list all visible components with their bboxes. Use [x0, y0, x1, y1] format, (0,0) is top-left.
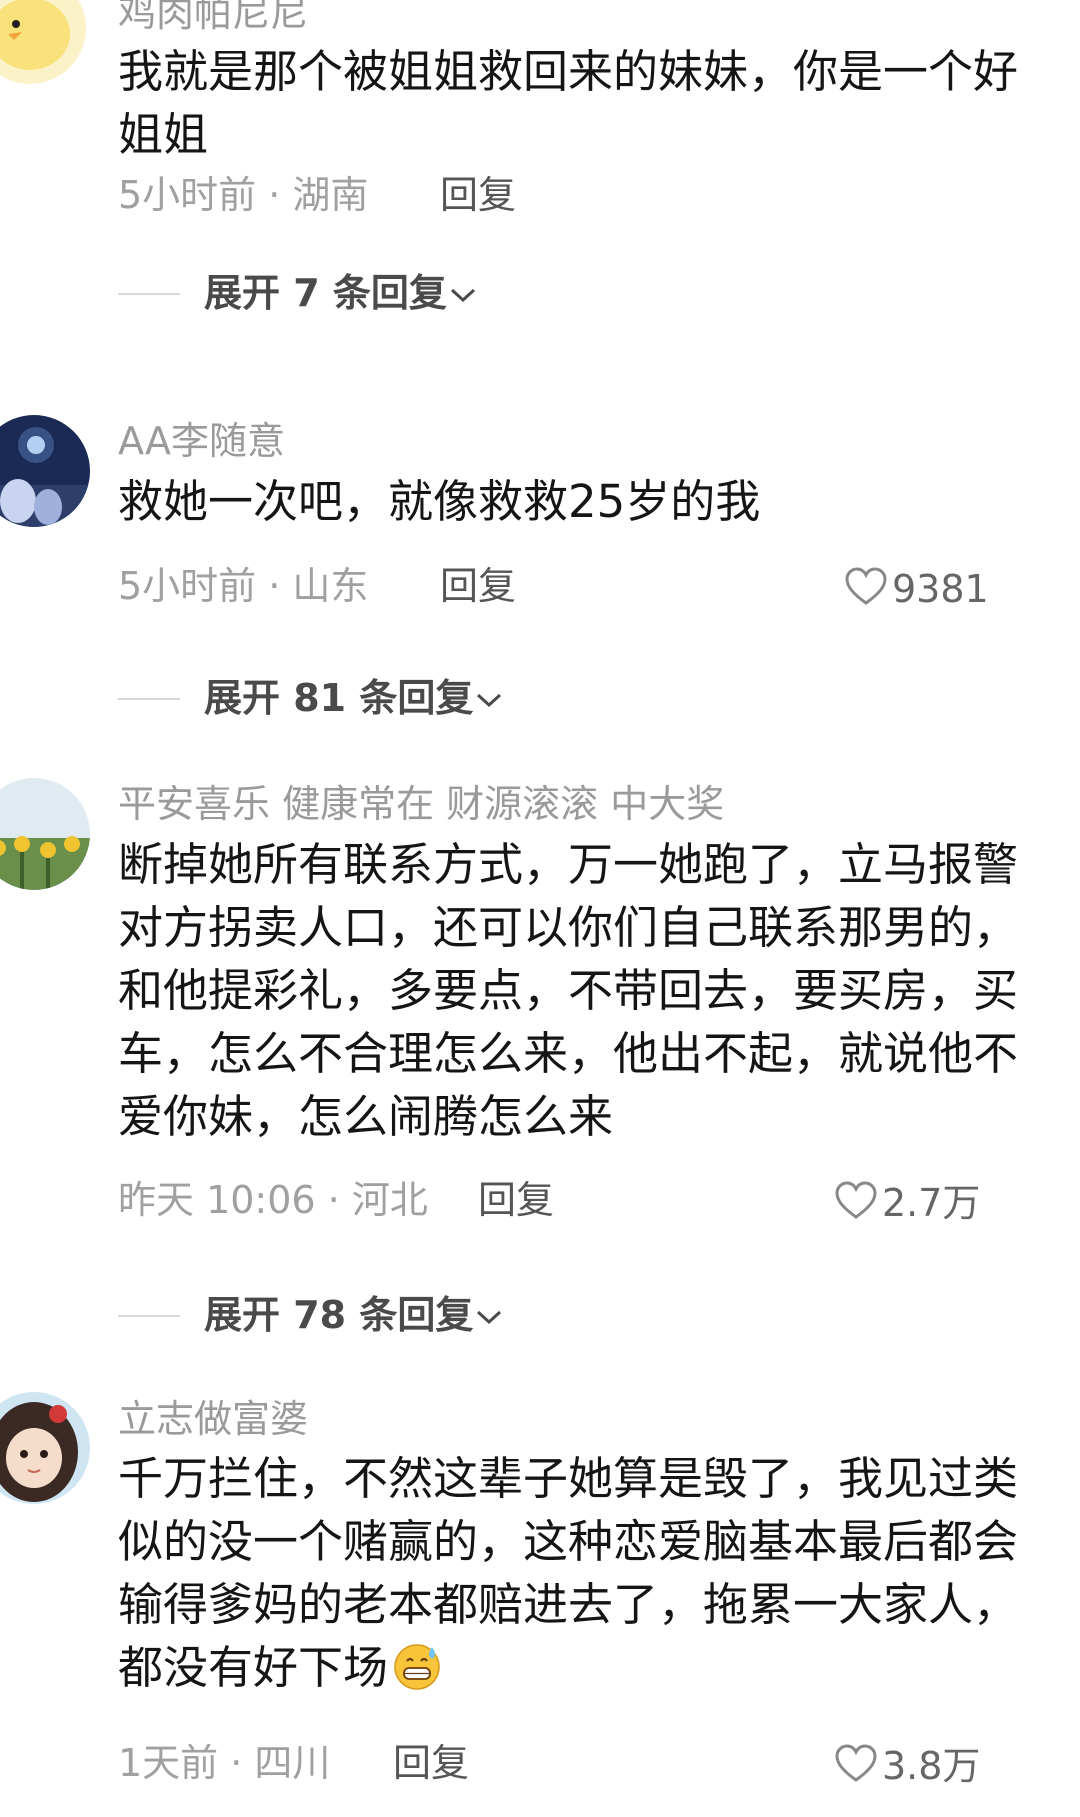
like-button[interactable]: 9381: [844, 567, 989, 608]
like-button[interactable]: 3.8万: [834, 1744, 980, 1785]
comment-line: 姐姐: [118, 108, 209, 161]
expand-replies-button[interactable]: 展开 81 条回复: [204, 676, 503, 720]
grinning-sweat-emoji-icon: [394, 1644, 440, 1690]
reply-button[interactable]: 回复: [478, 1181, 554, 1219]
username[interactable]: 鸡肉帕尼尼: [118, 0, 308, 32]
comment-line: 和他提彩礼，多要点，不带回去，要买房，买: [118, 964, 1019, 1017]
night-scene-avatar-icon: [0, 415, 90, 527]
reply-button[interactable]: 回复: [440, 176, 516, 214]
reply-button[interactable]: 回复: [440, 567, 516, 605]
time-location: 昨天 10:06 · 河北: [118, 1178, 428, 1222]
comment-line: 输得爹妈的老本都赔进去了，拖累一大家人，: [118, 1578, 1019, 1631]
chevron-down-icon: [477, 1310, 502, 1325]
chevron-down-icon: [477, 693, 502, 708]
heart-outline-icon: [835, 1744, 877, 1782]
like-count: 2.7万: [882, 1181, 981, 1225]
expand-replies-button[interactable]: 展开 78 条回复: [204, 1293, 503, 1337]
anime-girl-avatar-icon: [0, 1392, 90, 1504]
like-button[interactable]: 2.7万: [834, 1181, 980, 1222]
avatar[interactable]: [0, 778, 90, 890]
reply-button[interactable]: 回复: [393, 1744, 469, 1782]
comment-line: 似的没一个赌赢的，这种恋爱脑基本最后都会: [118, 1515, 1019, 1568]
comment-line: 对方拐卖人口，还可以你们自己联系那男的，: [118, 901, 1019, 954]
divider-line: [118, 293, 180, 295]
like-count: 9381: [892, 567, 989, 611]
comment-text: 千万拦住，不然这辈子她算是毁了，我见过类 似的没一个赌赢的，这种恋爱脑基本最后都…: [118, 1447, 1078, 1699]
comment-line: 车，怎么不合理怎么来，他出不起，就说他不: [118, 1027, 1019, 1080]
comment-line: 断掉她所有联系方式，万一她跑了，立马报警: [118, 838, 1019, 891]
comment-text: 断掉她所有联系方式，万一她跑了，立马报警 对方拐卖人口，还可以你们自己联系那男的…: [118, 833, 1078, 1148]
comment-line: 千万拦住，不然这辈子她算是毁了，我见过类: [118, 1452, 1019, 1505]
username[interactable]: 平安喜乐 健康常在 财源滚滚 中大奖: [118, 785, 724, 823]
time-location: 5小时前 · 山东: [118, 564, 369, 608]
time-location: 1天前 · 四川: [118, 1741, 331, 1785]
expand-replies-label: 展开 78 条回复: [204, 1293, 474, 1337]
expand-replies-label: 展开 81 条回复: [204, 676, 474, 720]
comment-line-text: 都没有好下场: [118, 1641, 389, 1694]
chevron-down-icon: [450, 288, 475, 303]
divider-line: [118, 1315, 180, 1317]
time-location: 5小时前 · 湖南: [118, 173, 369, 217]
username[interactable]: AA李随意: [118, 422, 285, 460]
like-count: 3.8万: [882, 1744, 981, 1788]
heart-outline-icon: [835, 1181, 877, 1219]
comment-line: 都没有好下场: [118, 1636, 1078, 1699]
comment-text: 我就是那个被姐姐救回来的妹妹，你是一个好 姐姐: [118, 40, 1078, 166]
expand-replies-label: 展开 7 条回复: [204, 271, 447, 315]
sunflower-field-avatar-icon: [0, 778, 90, 890]
heart-outline-icon: [845, 567, 887, 605]
chick-avatar-icon: [0, 0, 86, 84]
avatar[interactable]: [0, 0, 86, 84]
comment-line: 我就是那个被姐姐救回来的妹妹，你是一个好: [118, 45, 1019, 98]
avatar[interactable]: [0, 1392, 90, 1504]
divider-line: [118, 698, 180, 700]
comment-line: 爱你妹，怎么闹腾怎么来: [118, 1090, 614, 1143]
comment-text: 救她一次吧，就像救救25岁的我: [118, 470, 1078, 533]
username[interactable]: 立志做富婆: [118, 1400, 308, 1438]
expand-replies-button[interactable]: 展开 7 条回复: [204, 271, 477, 315]
comment-line: 救她一次吧，就像救救25岁的我: [118, 475, 761, 528]
avatar[interactable]: [0, 415, 90, 527]
